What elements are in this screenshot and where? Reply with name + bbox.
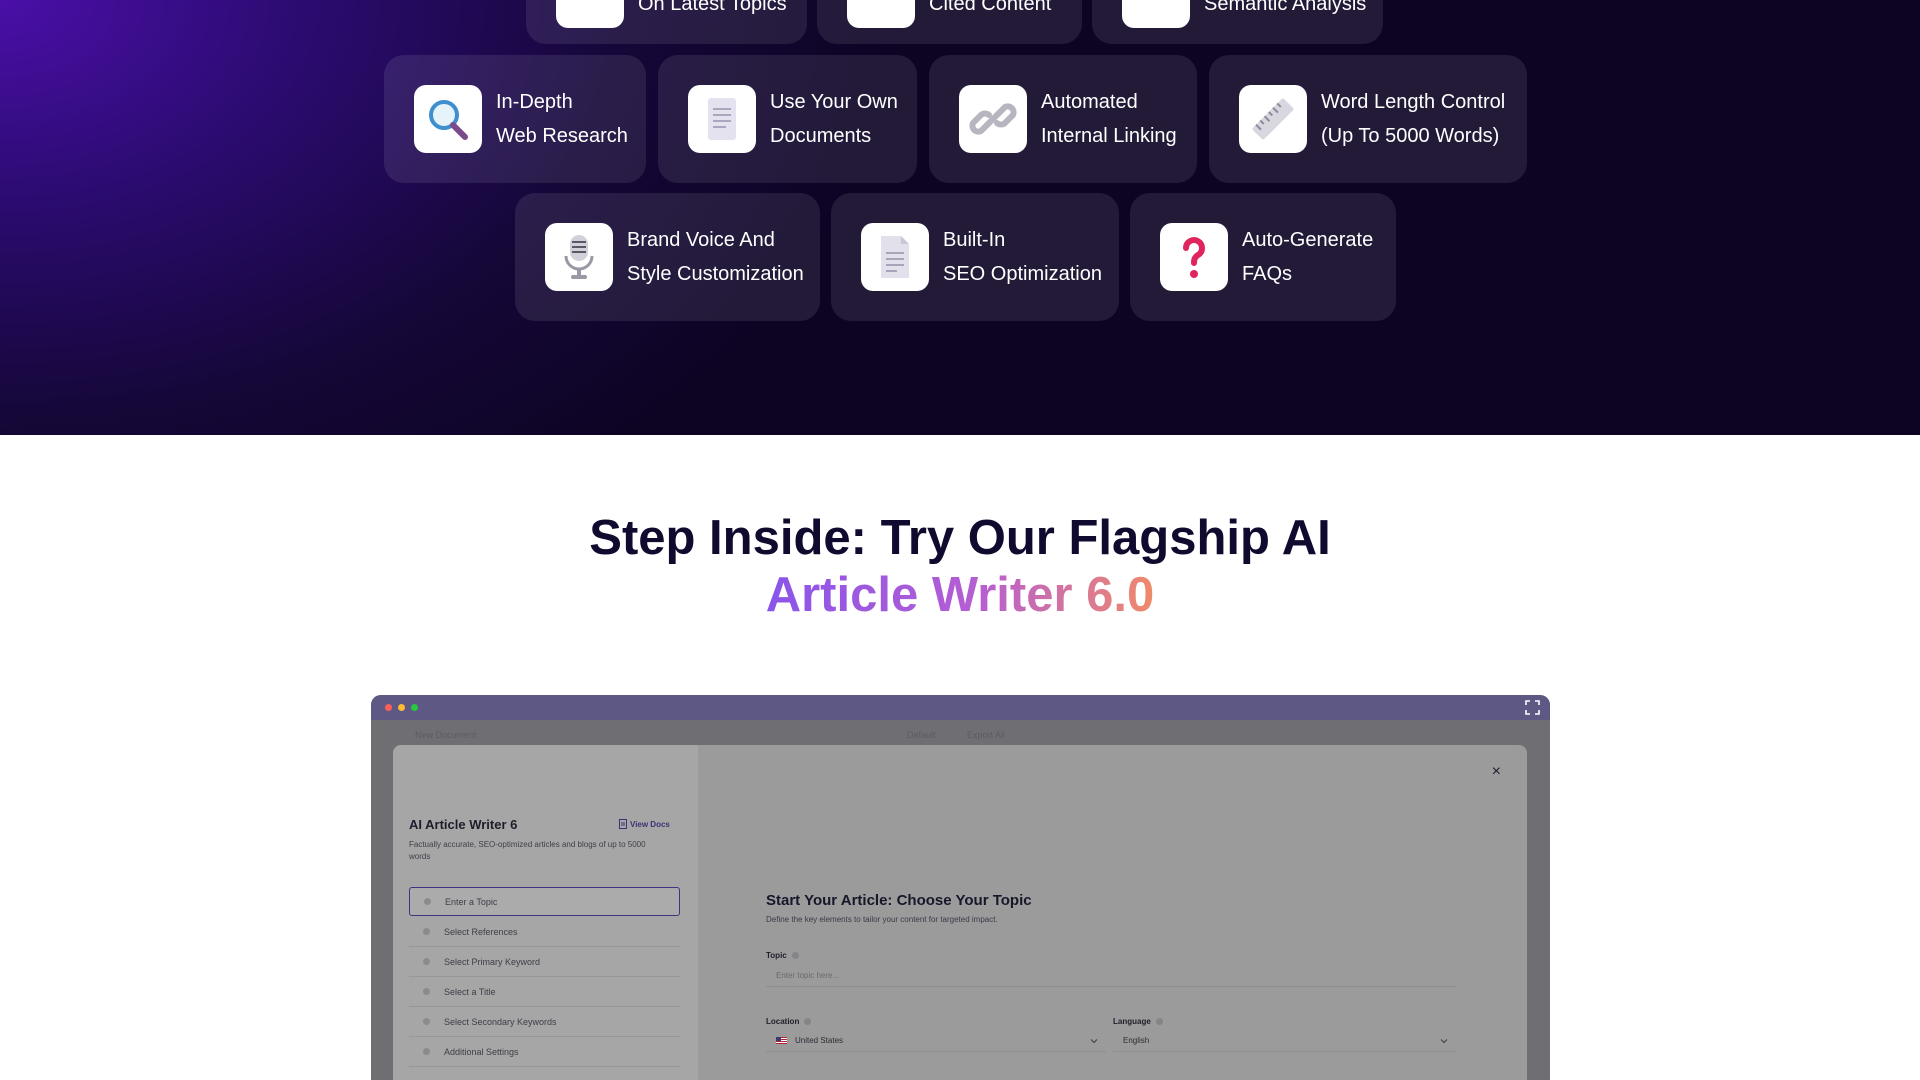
app-preview-window: New Document Default Export All AI Artic… (371, 695, 1550, 1080)
feature-label-line1: Use Your Own (770, 91, 898, 113)
step-label: Select Primary Keyword (444, 956, 541, 967)
feature-card-latest-topics: On Latest Topics (526, 0, 807, 44)
feature-label-line1: Brand Voice And (627, 229, 775, 251)
step-enter-topic[interactable]: Enter a Topic (409, 887, 680, 916)
fullscreen-icon[interactable] (1525, 700, 1540, 715)
writer-title: AI Article Writer 6 (409, 817, 518, 832)
feature-label-line2: Internal Linking (1041, 125, 1177, 147)
feature-card-cited-content: Cited Content (817, 0, 1082, 44)
step-select-primary-keyword[interactable]: Select Primary Keyword (409, 947, 680, 977)
feature-card-internal-linking: Automated Internal Linking (929, 55, 1197, 183)
topic-label: Topic (766, 951, 799, 960)
step-label: Additional Settings (444, 1046, 519, 1057)
trending-icon (556, 0, 624, 28)
step-bullet (423, 928, 430, 935)
step-subheading: Define the key elements to tailor your c… (766, 915, 998, 924)
document-title: New Document (415, 730, 477, 740)
feature-label-line1: Automated (1041, 91, 1138, 113)
feature-label: Cited Content (929, 0, 1052, 15)
tab-export-all[interactable]: Export All (967, 730, 1005, 740)
feature-card-faqs: Auto-Generate FAQs (1130, 193, 1396, 321)
writer-description: Factually accurate, SEO-optimized articl… (409, 840, 646, 861)
headline-product-name: Article Writer (765, 568, 1087, 622)
feature-card-semantic-analysis: Semantic Analysis (1092, 0, 1383, 44)
document-icon (688, 85, 756, 153)
feature-label-line2: Web Research (496, 125, 628, 147)
headline-line2: Article Writer 6.0 (766, 568, 1155, 622)
topic-label-text: Topic (766, 951, 787, 960)
section-headline: Step Inside: Try Our Flagship AI Article… (0, 510, 1920, 624)
feature-card-own-documents: Use Your Own Documents (658, 55, 917, 183)
step-select-secondary-keywords[interactable]: Select Secondary Keywords (409, 1007, 680, 1037)
us-flag-icon (776, 1037, 787, 1044)
location-label: Location (766, 1017, 812, 1026)
location-label-text: Location (766, 1017, 800, 1026)
step-bullet (423, 988, 430, 995)
magnifier-icon (414, 85, 482, 153)
headline-line1: Step Inside: Try Our Flagship AI (589, 511, 1331, 565)
step-heading: Start Your Article: Choose Your Topic (766, 892, 1032, 909)
info-icon[interactable] (791, 952, 799, 959)
info-icon[interactable] (1155, 1018, 1163, 1025)
chevron-down-icon (1090, 1039, 1098, 1044)
step-bullet (423, 1018, 430, 1025)
article-writer-modal: AI Article Writer 6 View Docs Factually … (393, 745, 1527, 1080)
step-select-title[interactable]: Select a Title (409, 977, 680, 1007)
language-value: English (1123, 1036, 1150, 1045)
feature-card-word-length: Word Length Control (Up To 5000 Words) (1209, 55, 1527, 183)
step-additional-settings[interactable]: Additional Settings (409, 1037, 680, 1067)
view-docs-link[interactable]: View Docs (619, 819, 670, 829)
modal-sidebar: AI Article Writer 6 View Docs Factually … (393, 745, 698, 1080)
language-select[interactable]: English (1113, 1030, 1456, 1052)
feature-label-line2: (Up To 5000 Words) (1321, 125, 1500, 147)
feature-card-brand-voice: Brand Voice And Style Customization (515, 193, 820, 321)
question-mark-icon (1160, 223, 1228, 291)
step-select-references[interactable]: Select References (409, 917, 680, 947)
maximize-window-dot[interactable] (411, 704, 418, 711)
location-select[interactable]: United States (766, 1030, 1106, 1052)
feature-label: On Latest Topics (638, 0, 787, 15)
window-titlebar (371, 695, 1550, 720)
language-label: Language (1113, 1017, 1163, 1026)
feature-label-line2: Style Customization (627, 263, 804, 285)
close-window-dot[interactable] (385, 704, 392, 711)
microphone-icon (545, 223, 613, 291)
info-icon[interactable] (804, 1018, 812, 1025)
tab-default[interactable]: Default (907, 730, 936, 740)
view-docs-label: View Docs (630, 819, 670, 829)
location-value: United States (795, 1036, 844, 1045)
step-label: Enter a Topic (445, 896, 498, 907)
step-bullet (423, 958, 430, 965)
step-bullet (424, 898, 431, 905)
feature-label-line2: SEO Optimization (943, 263, 1102, 285)
citation-icon (847, 0, 915, 28)
feature-label-line2: FAQs (1242, 263, 1293, 285)
analysis-icon (1122, 0, 1190, 28)
minimize-window-dot[interactable] (398, 704, 405, 711)
feature-label-line1: In-Depth (496, 91, 573, 113)
headline-version: 6.0 (1086, 568, 1155, 622)
step-label: Select a Title (444, 986, 496, 997)
step-label: Select Secondary Keywords (444, 1016, 557, 1027)
link-icon (959, 85, 1027, 153)
step-label: Select References (444, 926, 518, 937)
close-modal-button[interactable]: × (1492, 763, 1501, 781)
doc-icon (619, 819, 627, 829)
feature-label: Semantic Analysis (1204, 0, 1367, 15)
page-icon (861, 223, 929, 291)
language-label-text: Language (1113, 1017, 1151, 1026)
step-bullet (423, 1048, 430, 1055)
feature-card-seo-optimization: Built-In SEO Optimization (831, 193, 1119, 321)
topic-input[interactable]: Enter topic here... (766, 965, 1456, 987)
feature-label-line1: Word Length Control (1321, 91, 1506, 113)
feature-label-line1: Built-In (943, 229, 1006, 251)
feature-label-line1: Auto-Generate (1242, 229, 1374, 251)
features-section: On Latest Topics Cited Content Semantic … (0, 0, 1920, 435)
ruler-icon (1239, 85, 1307, 153)
wizard-steps: Enter a Topic Select References Select P… (409, 887, 680, 1067)
chevron-down-icon (1440, 1039, 1448, 1044)
feature-label-line2: Documents (770, 125, 872, 147)
feature-card-web-research: In-Depth Web Research (384, 55, 646, 183)
